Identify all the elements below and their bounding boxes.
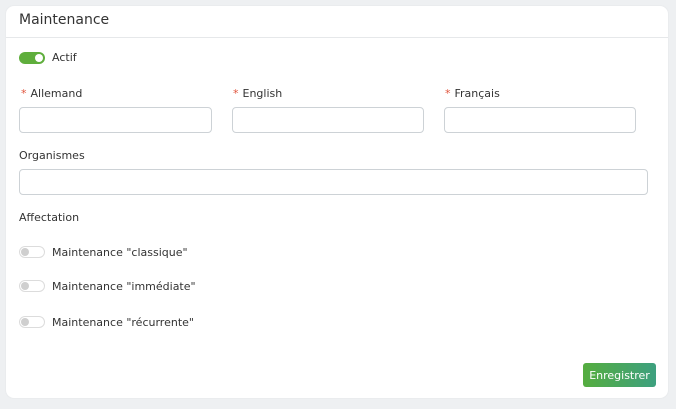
german-input[interactable] (19, 107, 212, 133)
recurrent-maintenance-toggle[interactable] (19, 316, 45, 328)
maintenance-card: Maintenance Actif * Allemand * English * Fr… (6, 6, 668, 398)
required-marker: * (445, 87, 451, 100)
english-label: * English (233, 87, 282, 100)
active-toggle[interactable] (19, 52, 45, 64)
classic-maintenance-label: Maintenance "classique" (52, 246, 188, 259)
card-header: Maintenance (6, 6, 668, 38)
immediate-maintenance-label: Maintenance "immédiate" (52, 280, 196, 293)
classic-maintenance-toggle[interactable] (19, 246, 45, 258)
immediate-maintenance-toggle[interactable] (19, 280, 45, 292)
english-label-text: English (242, 87, 283, 100)
assignment-title: Affectation (19, 211, 80, 224)
toggle-knob (21, 282, 29, 290)
toggle-knob (35, 54, 43, 62)
english-input[interactable] (232, 107, 424, 133)
german-label: * Allemand (21, 87, 82, 100)
toggle-knob (21, 318, 29, 326)
organisms-label: Organismes (19, 149, 85, 162)
active-toggle-label: Actif (52, 51, 77, 64)
french-label: * Français (445, 87, 500, 100)
recurrent-maintenance-label: Maintenance "récurrente" (52, 316, 194, 329)
french-label-text: Français (454, 87, 500, 100)
german-label-text: Allemand (30, 87, 83, 100)
save-button[interactable]: Enregistrer (583, 363, 656, 387)
required-marker: * (21, 87, 27, 100)
page-title: Maintenance (19, 12, 110, 28)
toggle-knob (21, 248, 29, 256)
required-marker: * (233, 87, 239, 100)
french-input[interactable] (444, 107, 636, 133)
organisms-input[interactable] (19, 169, 648, 195)
